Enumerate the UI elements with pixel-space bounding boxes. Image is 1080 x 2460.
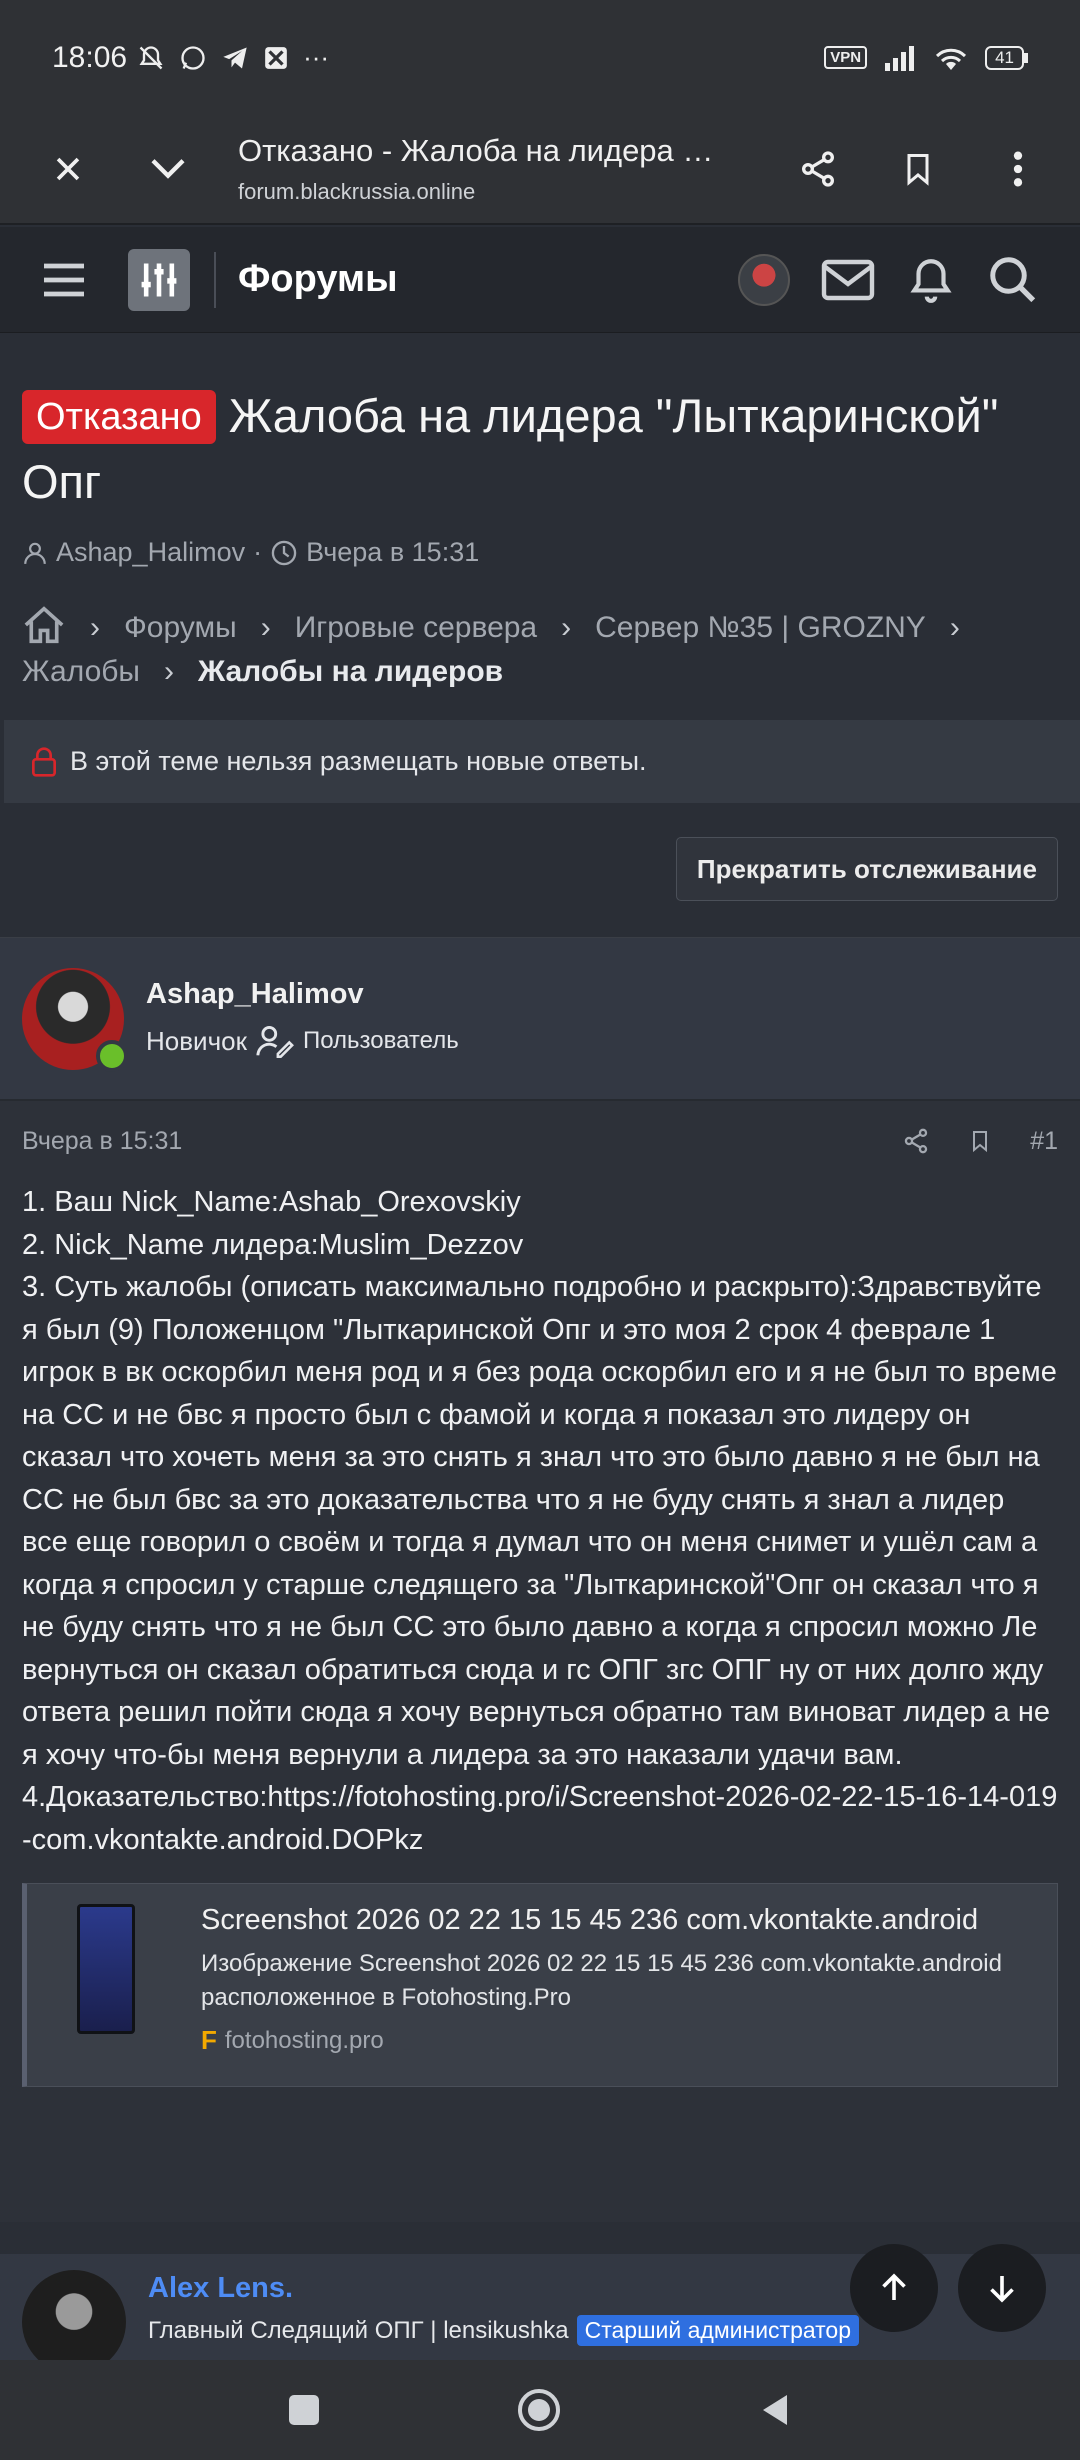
status-bar: 18:06 ··· VPN 41 xyxy=(0,0,1080,115)
post-body: 1. Ваш Nick_Name:Ashab_Orexovskiy 2. Nic… xyxy=(0,1181,1080,1861)
link-preview-domain: fotohosting.pro xyxy=(224,2026,384,2054)
post-username[interactable]: Ashap_Halimov xyxy=(146,978,459,1011)
sliders-icon xyxy=(141,263,177,296)
home-button[interactable] xyxy=(517,2389,560,2431)
unwatch-button[interactable]: Прекратить отслеживание xyxy=(675,837,1058,901)
locked-notice: В этой теме нельзя размещать новые ответ… xyxy=(4,720,1080,803)
search-icon[interactable] xyxy=(986,253,1040,307)
post-line: 3. Суть жалобы (описать максимально подр… xyxy=(22,1271,1057,1771)
notification-bell-icon[interactable] xyxy=(906,255,956,305)
more-vertical-icon xyxy=(1013,151,1023,187)
signal-icon xyxy=(885,45,915,71)
thread-date[interactable]: Вчера в 15:31 xyxy=(306,537,479,568)
more-notifications: ··· xyxy=(303,42,330,72)
back-button[interactable] xyxy=(759,2392,791,2428)
post-avatar[interactable] xyxy=(22,2270,126,2360)
post-line-link[interactable]: 4.Доказательство:https://fotohosting.pro… xyxy=(22,1776,1058,1861)
clock-icon xyxy=(271,540,297,565)
chevron-right-icon: › xyxy=(164,655,174,688)
app-icon xyxy=(265,46,287,69)
bookmark-button[interactable] xyxy=(868,119,968,219)
mail-icon[interactable] xyxy=(820,258,876,302)
close-tab-button[interactable] xyxy=(18,119,118,219)
chevron-right-icon: › xyxy=(561,611,572,644)
wifi-icon xyxy=(936,48,967,70)
share-icon xyxy=(802,151,834,187)
menu-button[interactable] xyxy=(968,119,1068,219)
breadcrumb-current[interactable]: Жалобы на лидеров xyxy=(198,655,503,688)
post-user-info: Ashap_Halimov Новичок Пользователь xyxy=(0,938,1080,1101)
thread-header: Отказано Жалоба на лидера "Лыткаринской"… xyxy=(0,333,1080,568)
link-preview-thumbnail xyxy=(77,1904,135,2034)
user-icon xyxy=(24,542,46,564)
breadcrumb-item[interactable]: Игровые сервера xyxy=(295,611,537,644)
user-title: Главный Следящий ОПГ | lensikushka xyxy=(148,2316,569,2344)
chevron-down-icon xyxy=(151,159,185,179)
post-avatar[interactable] xyxy=(22,967,128,1072)
status-time: 18:06 xyxy=(52,40,128,74)
telegram-icon xyxy=(223,47,247,68)
forum-navbar: Форумы xyxy=(0,227,1080,333)
forum-title[interactable]: Форумы xyxy=(214,251,398,308)
chevron-right-icon: › xyxy=(949,611,960,644)
breadcrumb-item[interactable]: Сервер №35 | GROZNY xyxy=(595,611,926,644)
browser-page-title: Отказано - Жалоба на лидера "Лыткаринско… xyxy=(238,133,718,168)
thread-meta: Ashap_Halimov · Вчера в 15:31 xyxy=(22,537,1058,568)
close-icon xyxy=(56,157,80,181)
arrow-down-icon xyxy=(990,2276,1014,2303)
minimize-button[interactable] xyxy=(118,119,218,219)
whatsapp-icon xyxy=(181,45,205,70)
user-group: Пользователь xyxy=(302,1027,459,1054)
recents-button[interactable] xyxy=(289,2395,320,2425)
post-username[interactable]: Alex Lens. xyxy=(148,2272,859,2305)
hamburger-menu-icon[interactable] xyxy=(40,260,88,300)
breadcrumb-item[interactable]: Жалобы xyxy=(22,655,140,688)
locked-notice-text: В этой теме нельзя размещать новые ответ… xyxy=(70,746,647,776)
arrow-up-icon xyxy=(882,2273,906,2300)
breadcrumb: › Форумы › Игровые сервера › Сервер №35 | GRO… xyxy=(22,605,1062,694)
post-line: 1. Ваш Nick_Name:Ashab_Orexovskiy xyxy=(22,1186,521,1218)
chevron-right-icon: › xyxy=(260,611,271,644)
forum-logo[interactable] xyxy=(128,248,190,311)
browser-toolbar: Отказано - Жалоба на лидера "Лыткаринско… xyxy=(0,115,1080,225)
battery-level: 41 xyxy=(985,45,1024,70)
post: Ashap_Halimov Новичок Пользователь Вчера… xyxy=(0,937,1080,2222)
link-preview-title[interactable]: Screenshot 2026 02 22 15 15 45 236 com.v… xyxy=(201,1904,1033,1937)
mute-bell-icon xyxy=(139,45,163,69)
user-rank: Новичок xyxy=(146,1025,247,1056)
page-title-area[interactable]: Отказано - Жалоба на лидера "Лыткаринско… xyxy=(218,133,768,205)
status-badge[interactable]: Отказано xyxy=(22,390,216,444)
link-preview-source: F fotohosting.pro xyxy=(201,2025,1033,2056)
share-icon[interactable] xyxy=(902,1127,930,1155)
thread-author[interactable]: Ashap_Halimov xyxy=(56,537,245,568)
system-navbar xyxy=(0,2360,1080,2460)
scroll-top-button[interactable] xyxy=(850,2244,938,2332)
favicon-icon: F xyxy=(201,2025,217,2055)
post-header: Вчера в 15:31 #1 xyxy=(0,1101,1080,1181)
notification-icons: ··· xyxy=(137,42,329,73)
post-date[interactable]: Вчера в 15:31 xyxy=(22,1127,182,1156)
home-icon[interactable] xyxy=(22,605,66,645)
scroll-bottom-button[interactable] xyxy=(958,2244,1046,2332)
battery-icon: 41 xyxy=(985,45,1028,70)
post-number[interactable]: #1 xyxy=(1030,1127,1058,1156)
user-edit-icon xyxy=(256,1026,294,1058)
lock-icon xyxy=(32,746,56,777)
bookmark-icon xyxy=(907,154,929,186)
thread-title: Отказано Жалоба на лидера "Лыткаринской"… xyxy=(22,383,1058,515)
browser-url: forum.blackrussia.online xyxy=(238,179,476,204)
link-preview[interactable]: Screenshot 2026 02 22 15 15 45 236 com.v… xyxy=(22,1883,1058,2087)
chevron-right-icon: › xyxy=(90,611,100,644)
user-avatar[interactable] xyxy=(738,253,790,306)
breadcrumb-item[interactable]: Форумы xyxy=(124,611,237,644)
share-button[interactable] xyxy=(768,119,868,219)
vpn-icon: VPN xyxy=(824,46,868,69)
bookmark-icon[interactable] xyxy=(968,1127,992,1155)
online-indicator xyxy=(96,1039,128,1072)
link-preview-description: Изображение Screenshot 2026 02 22 15 15 … xyxy=(201,1950,1002,2011)
post-line: 2. Nick_Name лидера:Muslim_Dezzov xyxy=(22,1228,524,1261)
role-badge: Старший администратор xyxy=(576,2315,860,2346)
